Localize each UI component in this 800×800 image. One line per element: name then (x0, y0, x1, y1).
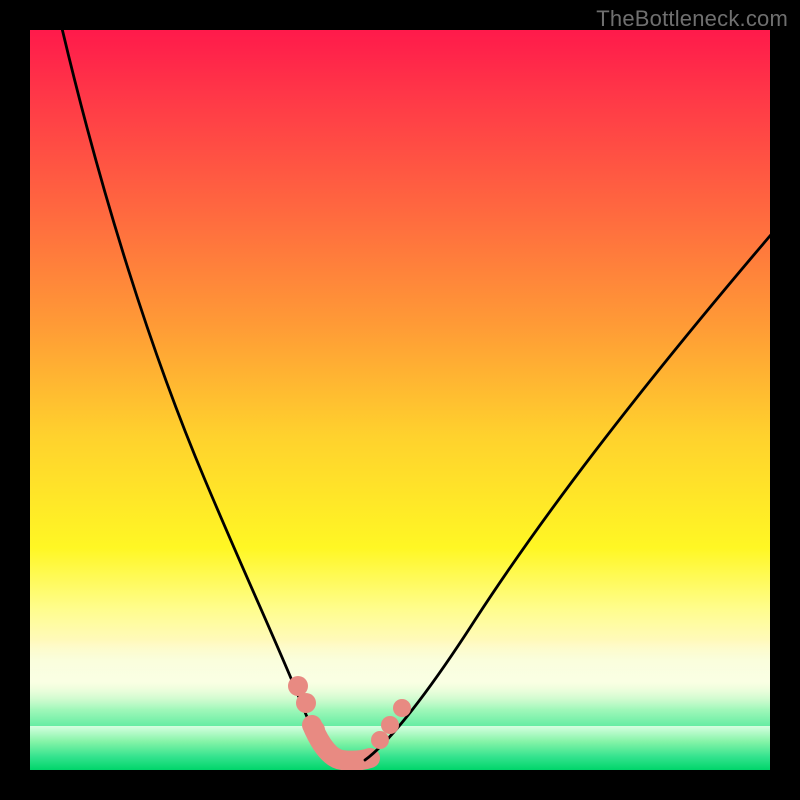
marker-left-3 (305, 720, 325, 740)
curve-left-branch (60, 30, 330, 760)
marker-left-1 (288, 676, 308, 696)
marker-left-2 (296, 693, 316, 713)
chart-frame: TheBottleneck.com (0, 0, 800, 800)
curve-right-branch (365, 230, 770, 760)
curve-layer (30, 30, 770, 770)
marker-right-1 (371, 731, 389, 749)
marker-right-3 (393, 699, 411, 717)
plot-area (30, 30, 770, 770)
marker-right-2 (381, 716, 399, 734)
attribution-text: TheBottleneck.com (596, 6, 788, 32)
